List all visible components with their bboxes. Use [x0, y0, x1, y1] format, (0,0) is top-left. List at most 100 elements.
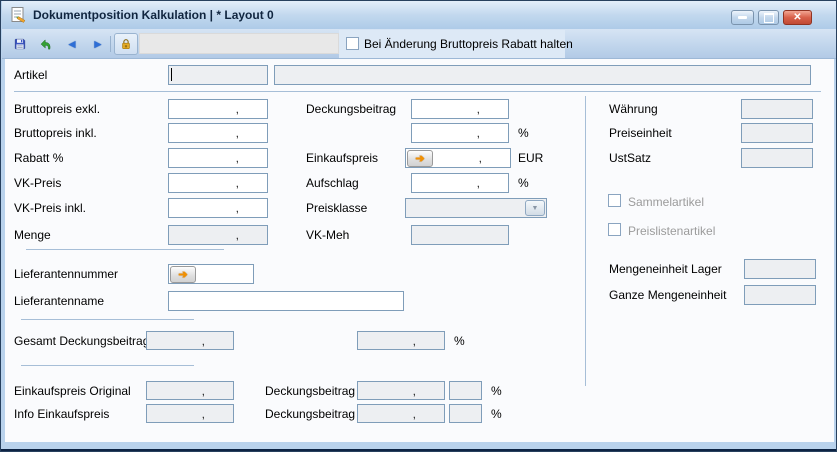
maximize-button[interactable] [758, 10, 779, 25]
window-bottom-frame [1, 442, 837, 449]
deckungsbeitrag-pct-field[interactable] [411, 123, 509, 143]
gesamt-deckungsbeitrag-pct-field [357, 331, 445, 350]
vk-meh-field [411, 225, 509, 245]
artikel-name-field[interactable] [274, 65, 811, 85]
form-area: Artikel Bruttopreis exkl. Bruttopreis in… [5, 59, 834, 444]
sammelartikel-label: Sammelartikel [628, 195, 704, 209]
einkaufspreis-original-field [146, 381, 234, 400]
column-divider [585, 96, 586, 386]
separator-gesamt-bottom [21, 365, 194, 366]
info-einkaufspreis-field [146, 404, 234, 423]
toolbar-input [139, 33, 339, 54]
jump-arrow-icon: ➔ [178, 268, 187, 281]
vk-preis-inkl-field[interactable] [168, 198, 268, 218]
bruttopreis-exkl-field[interactable] [168, 99, 268, 119]
rabatt-label: Rabatt % [14, 151, 63, 165]
deckungsbeitrag-label: Deckungsbeitrag [306, 102, 396, 116]
gesamt-deckungsbeitrag-field [146, 331, 234, 350]
vk-meh-label: VK-Meh [306, 228, 349, 242]
vk-preis-inkl-label: VK-Preis inkl. [14, 201, 86, 215]
toolbar-checkbox-panel: Bei Änderung Bruttopreis Rabatt halten [339, 30, 565, 58]
lieferantennummer-label: Lieferantennummer [14, 267, 118, 281]
ustsatz-label: UstSatz [609, 151, 651, 165]
info-einkaufspreis-label: Info Einkaufspreis [14, 407, 109, 421]
lock-button[interactable] [114, 33, 138, 55]
chevron-down-icon: ▼ [532, 205, 539, 212]
aufschlag-field[interactable] [411, 173, 509, 193]
preiseinheit-field [741, 123, 813, 143]
menge-label: Menge [14, 228, 51, 242]
undo-button[interactable] [34, 33, 58, 55]
separator-top [14, 91, 821, 92]
gesamt-deckungsbeitrag-label: Gesamt Deckungsbeitrag [14, 334, 149, 348]
preislistenartikel-checkbox [608, 223, 621, 236]
toolbar: ◄ ► Bei Änderung Bruttopreis Rabatt halt… [2, 29, 837, 59]
info-ek-db-field [357, 404, 445, 423]
bruttopreis-inkl-field[interactable] [168, 123, 268, 143]
next-icon: ► [92, 38, 104, 50]
vk-preis-field[interactable] [168, 173, 268, 193]
lieferantenname-label: Lieferantenname [14, 294, 104, 308]
artikel-label: Artikel [14, 68, 47, 82]
separator-gesamt-top [21, 319, 194, 320]
minimize-button[interactable] [731, 10, 754, 25]
einkaufspreis-label: Einkaufspreis [306, 151, 378, 165]
preislistenartikel-label: Preislistenartikel [628, 224, 715, 238]
info-ek-percent-suffix: % [491, 407, 502, 421]
lieferant-jump-button[interactable]: ➔ [170, 266, 196, 283]
bruttopreis-rabatt-checkbox[interactable] [346, 37, 359, 50]
waehrung-field [741, 99, 813, 119]
lock-icon [121, 36, 131, 52]
einkaufspreis-currency-suffix: EUR [518, 151, 543, 165]
toolbar-separator [110, 36, 111, 52]
separator-lieferant [26, 249, 224, 250]
rabatt-field[interactable] [168, 148, 268, 168]
aufschlag-label: Aufschlag [306, 176, 359, 190]
deckungsbeitrag-field[interactable] [411, 99, 509, 119]
ganze-mengeneinheit-label: Ganze Mengeneinheit [609, 288, 726, 302]
preisklasse-label: Preisklasse [306, 201, 367, 215]
sammelartikel-checkbox [608, 194, 621, 207]
bruttopreis-exkl-label: Bruttopreis exkl. [14, 102, 100, 116]
mengeneinheit-lager-label: Mengeneinheit Lager [609, 262, 722, 276]
undo-arrow-icon [40, 36, 52, 53]
save-icon [14, 36, 26, 52]
ek-original-db-field [357, 381, 445, 400]
einkaufspreis-jump-button[interactable]: ➔ [407, 150, 433, 167]
aufschlag-percent-suffix: % [518, 176, 529, 190]
ek-original-db-label: Deckungsbeitrag [265, 384, 355, 398]
ustsatz-field [741, 148, 813, 168]
close-button[interactable]: ✕ [783, 10, 812, 25]
menge-field [168, 225, 268, 245]
lieferantenname-field[interactable] [168, 291, 404, 311]
text-caret [171, 68, 172, 81]
ganze-mengeneinheit-field [744, 285, 816, 305]
preiseinheit-label: Preiseinheit [609, 126, 672, 140]
save-button[interactable] [8, 33, 32, 55]
window-title: Dokumentposition Kalkulation | * Layout … [33, 8, 274, 22]
preisklasse-dropdown-button[interactable]: ▼ [525, 200, 545, 216]
minimize-icon [738, 16, 747, 19]
waehrung-label: Währung [609, 102, 658, 116]
ek-original-db-pct-field [449, 381, 482, 400]
maximize-icon [764, 13, 774, 23]
mengeneinheit-lager-field [744, 259, 816, 279]
app-icon [10, 6, 28, 24]
bruttopreis-rabatt-checkbox-label: Bei Änderung Bruttopreis Rabatt halten [364, 37, 573, 51]
previous-button[interactable]: ◄ [60, 33, 84, 55]
gesamt-db-percent-suffix: % [454, 334, 465, 348]
vk-preis-label: VK-Preis [14, 176, 61, 190]
dialog-dokumentposition-kalkulation: Dokumentposition Kalkulation | * Layout … [0, 0, 837, 452]
deckungsbeitrag-percent-suffix: % [518, 126, 529, 140]
einkaufspreis-original-label: Einkaufspreis Original [14, 384, 131, 398]
previous-icon: ◄ [66, 38, 78, 50]
jump-arrow-icon: ➔ [415, 152, 424, 165]
window-bottom-edge [1, 449, 837, 451]
artikel-code-field[interactable] [168, 65, 268, 85]
titlebar[interactable]: Dokumentposition Kalkulation | * Layout … [2, 1, 837, 29]
ek-original-percent-suffix: % [491, 384, 502, 398]
info-ek-db-pct-field [449, 404, 482, 423]
next-button[interactable]: ► [86, 33, 110, 55]
close-icon: ✕ [793, 12, 801, 23]
info-ek-db-label: Deckungsbeitrag [265, 407, 355, 421]
